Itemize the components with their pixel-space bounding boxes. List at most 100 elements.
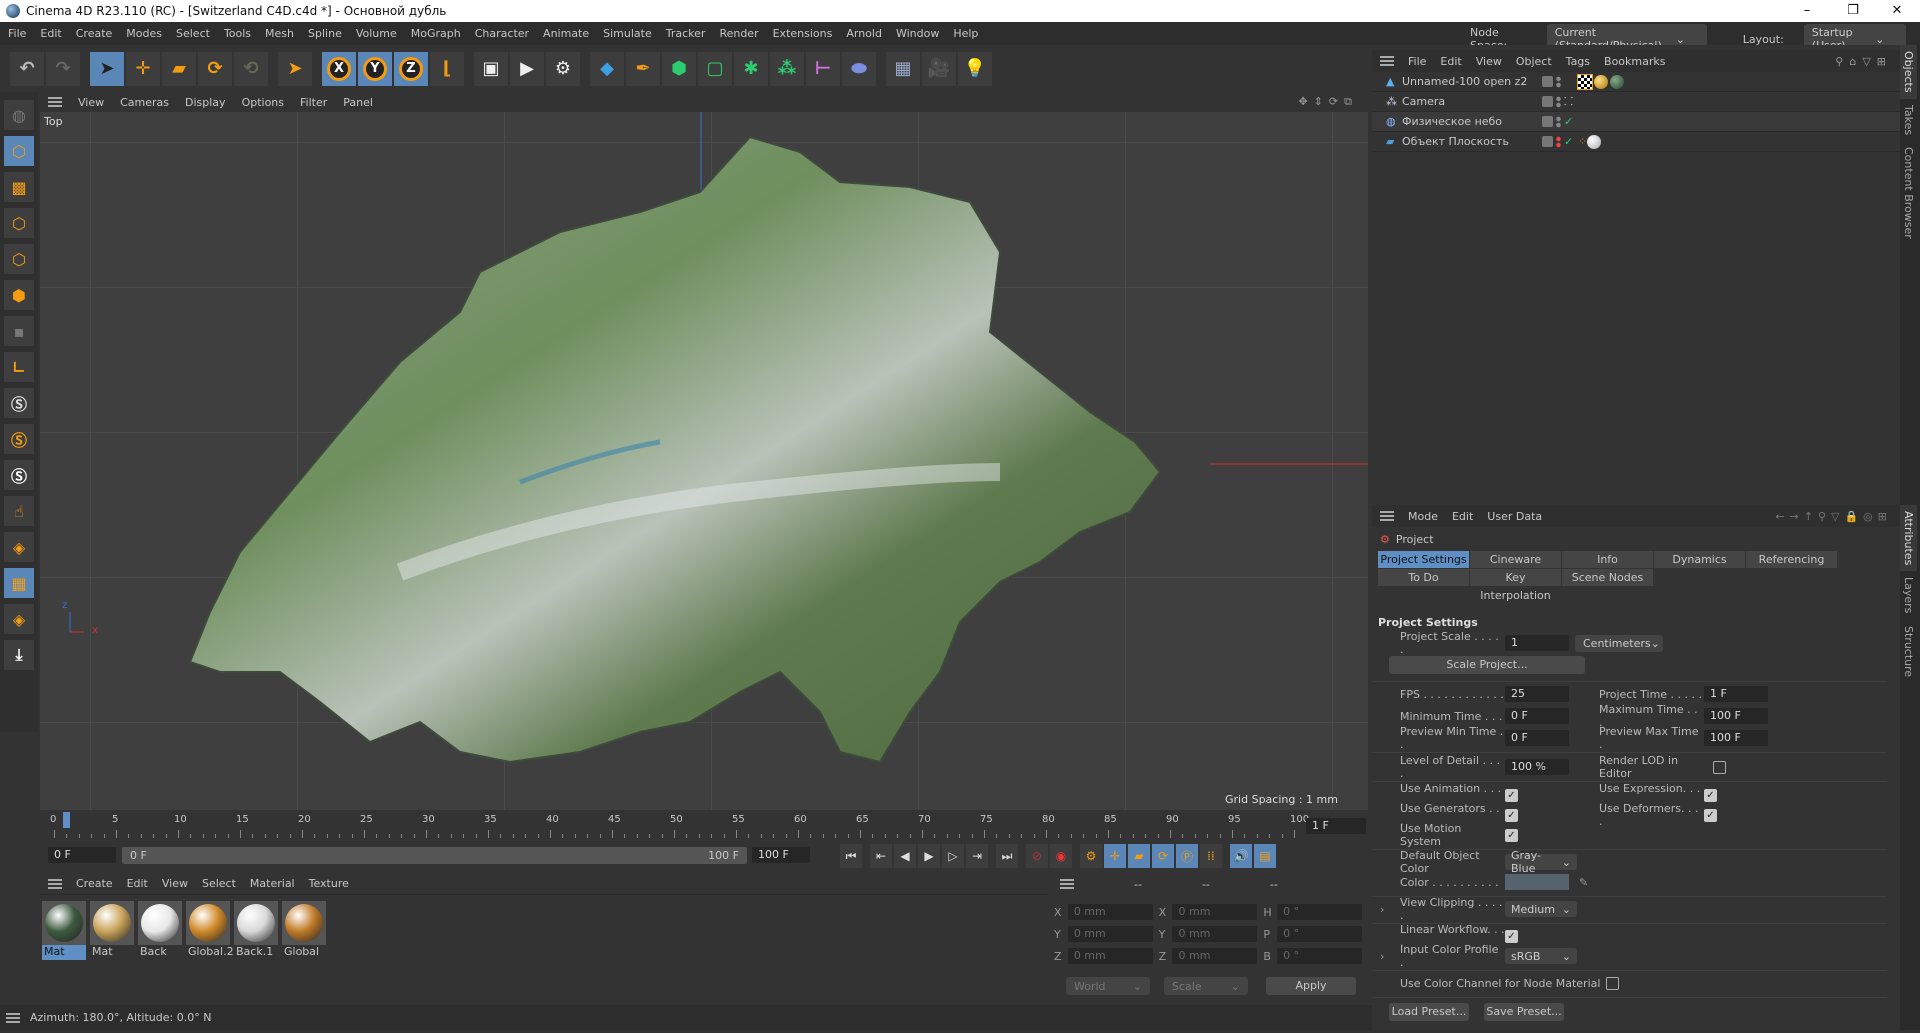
menu-volume[interactable]: Volume [356,27,397,40]
planar-workplane-button[interactable]: ◈ [4,604,34,634]
visibility-dots[interactable] [1556,135,1561,148]
material-menu-view[interactable]: View [162,877,188,890]
material-tag-icon[interactable] [1587,134,1602,149]
hamburger-icon[interactable] [1380,511,1394,521]
material-tag-icon[interactable] [1594,74,1608,89]
menu-file[interactable]: File [8,27,26,40]
object-row[interactable]: ▰ Объект Плоскость ✓ ⁘ [1372,132,1900,152]
hamburger-icon[interactable] [48,878,62,889]
lod-field[interactable]: 100 % [1505,759,1569,775]
material-tag-icon[interactable] [1610,74,1624,89]
view-clipping-select[interactable]: Medium ⌄ [1505,901,1577,917]
snap-settings-button[interactable]: Ⓢ [4,424,34,454]
camera-button[interactable]: 🎥 [922,51,956,86]
menu-create[interactable]: Create [76,27,113,40]
current-frame-field[interactable]: 1 F [1306,818,1366,834]
use-deformers-checkbox[interactable]: ✓ [1704,808,1717,822]
redo-button[interactable]: ↷ [46,51,80,86]
project-time-field[interactable]: 1 F [1704,686,1768,702]
side-tab-takes[interactable]: Takes [1900,99,1917,141]
sound-button[interactable]: 🔊 [1230,844,1252,868]
expand-chevron-icon[interactable]: › [1380,903,1400,916]
floor-button[interactable]: ▦ [886,51,920,86]
coord-space-select[interactable]: World ⌄ [1066,977,1150,995]
default-color-select[interactable]: Gray-Blue ⌄ [1505,849,1577,875]
light-button[interactable]: 💡 [958,51,992,86]
hamburger-icon[interactable] [1380,56,1394,66]
use-generators-checkbox[interactable]: ✓ [1505,808,1518,822]
coord-field[interactable]: 0 mm [1172,926,1258,942]
key-position-button[interactable]: ✛ [1104,844,1126,868]
key-rotation-button[interactable]: ⟳ [1152,844,1174,868]
use-animation-checkbox[interactable]: ✓ [1505,788,1518,802]
coord-field[interactable]: 0 mm [1067,904,1153,920]
apply-button[interactable]: Apply [1266,977,1356,995]
coord-field[interactable]: 0 mm [1067,926,1153,942]
load-preset-button[interactable]: Load Preset... [1389,1003,1469,1021]
enabled-check-icon[interactable]: ✓ [1564,115,1573,128]
coordinate-system-button[interactable]: ⌊ [430,51,464,86]
menu-modes[interactable]: Modes [126,27,162,40]
material-item[interactable]: Global [282,901,326,960]
coord-mode-select[interactable]: Scale ⌄ [1164,977,1248,995]
go-to-end-button[interactable]: ⏭ [996,844,1018,868]
linear-workflow-checkbox[interactable]: ✓ [1505,929,1518,943]
max-time-field[interactable]: 100 F [1704,708,1768,724]
key-pla-button[interactable]: ⁞⁞ [1200,844,1222,868]
menu-window[interactable]: Window [896,27,939,40]
enabled-check-icon[interactable]: ✓ [1564,135,1573,148]
record-button[interactable]: ⊘ [1026,844,1048,868]
material-menu-create[interactable]: Create [76,877,113,890]
menu-animate[interactable]: Animate [543,27,589,40]
previous-frame-button[interactable]: ◀ [894,844,916,868]
attr-nav-icons[interactable]: ←→↑⚲▽🔒◎⊞ [1775,510,1892,523]
menu-select[interactable]: Select [176,27,210,40]
scale-tool-button[interactable]: ▰ [162,51,196,86]
key-parameter-button[interactable]: Ⓟ [1176,844,1198,868]
viewport-menu-filter[interactable]: Filter [300,96,327,109]
hamburger-icon[interactable] [48,97,62,107]
z-axis-button[interactable]: Z [394,51,428,86]
material-item[interactable]: Back [138,901,182,960]
material-menu-texture[interactable]: Texture [309,877,349,890]
next-frame-button[interactable]: ▷ [942,844,964,868]
object-manager-tools-icons[interactable]: ⚲⌂▽⊞ [1835,55,1892,68]
tab-project-settings[interactable]: Project Settings [1378,551,1470,569]
field-button[interactable]: ⬬ [842,51,876,86]
minimize-button[interactable]: – [1784,0,1830,22]
x-axis-button[interactable]: X [322,51,356,86]
material-item[interactable]: Back.1 [234,901,278,960]
render-view-button[interactable]: ▣ [474,51,508,86]
side-tab-attributes[interactable]: Attributes [1900,505,1917,572]
coord-field[interactable]: 0 mm [1067,948,1153,964]
side-tab-structure[interactable]: Structure [1900,620,1917,683]
menu-character[interactable]: Character [475,27,529,40]
layer-toggle[interactable] [1542,116,1553,127]
axis-mode-button[interactable]: ∟ [4,352,34,382]
objects-menu-edit[interactable]: Edit [1440,55,1461,68]
tab-info[interactable]: Info [1562,551,1654,569]
tab-scene-nodes[interactable]: Scene Nodes [1562,569,1654,587]
tab-dynamics[interactable]: Dynamics [1654,551,1746,569]
menu-edit[interactable]: Edit [40,27,61,40]
hamburger-icon[interactable] [1060,879,1074,889]
autokey-button[interactable]: ◉ [1050,844,1072,868]
snap-mode-button[interactable]: Ⓢ [4,460,34,490]
objects-menu-file[interactable]: File [1408,55,1426,68]
next-key-button[interactable]: ⇥ [966,844,988,868]
material-item[interactable]: Mat [90,901,134,960]
color-channel-checkbox[interactable] [1606,976,1620,990]
tab-referencing[interactable]: Referencing [1746,551,1838,569]
playhead[interactable] [63,812,71,828]
menu-mesh[interactable]: Mesh [265,27,294,40]
save-preset-button[interactable]: Save Preset... [1484,1003,1564,1021]
object-row[interactable]: ◍ Физическое небо ✓ [1372,112,1900,132]
side-tab-layers[interactable]: Layers [1900,571,1917,619]
coord-field[interactable]: 0 mm [1172,948,1258,964]
eyedropper-icon[interactable]: ✎ [1579,876,1588,889]
layer-toggle[interactable] [1542,76,1553,87]
viewport-top[interactable]: Top z x Grid Spacing : 1 mm [40,112,1368,810]
tab-to-do[interactable]: To Do [1378,569,1470,587]
timeline-ruler[interactable]: 0 5 10 15 20 25 30 35 40 45 50 55 60 65 70 75 80 85 90 95 10… [40,810,1310,842]
attr-menu-user-data[interactable]: User Data [1487,510,1542,523]
